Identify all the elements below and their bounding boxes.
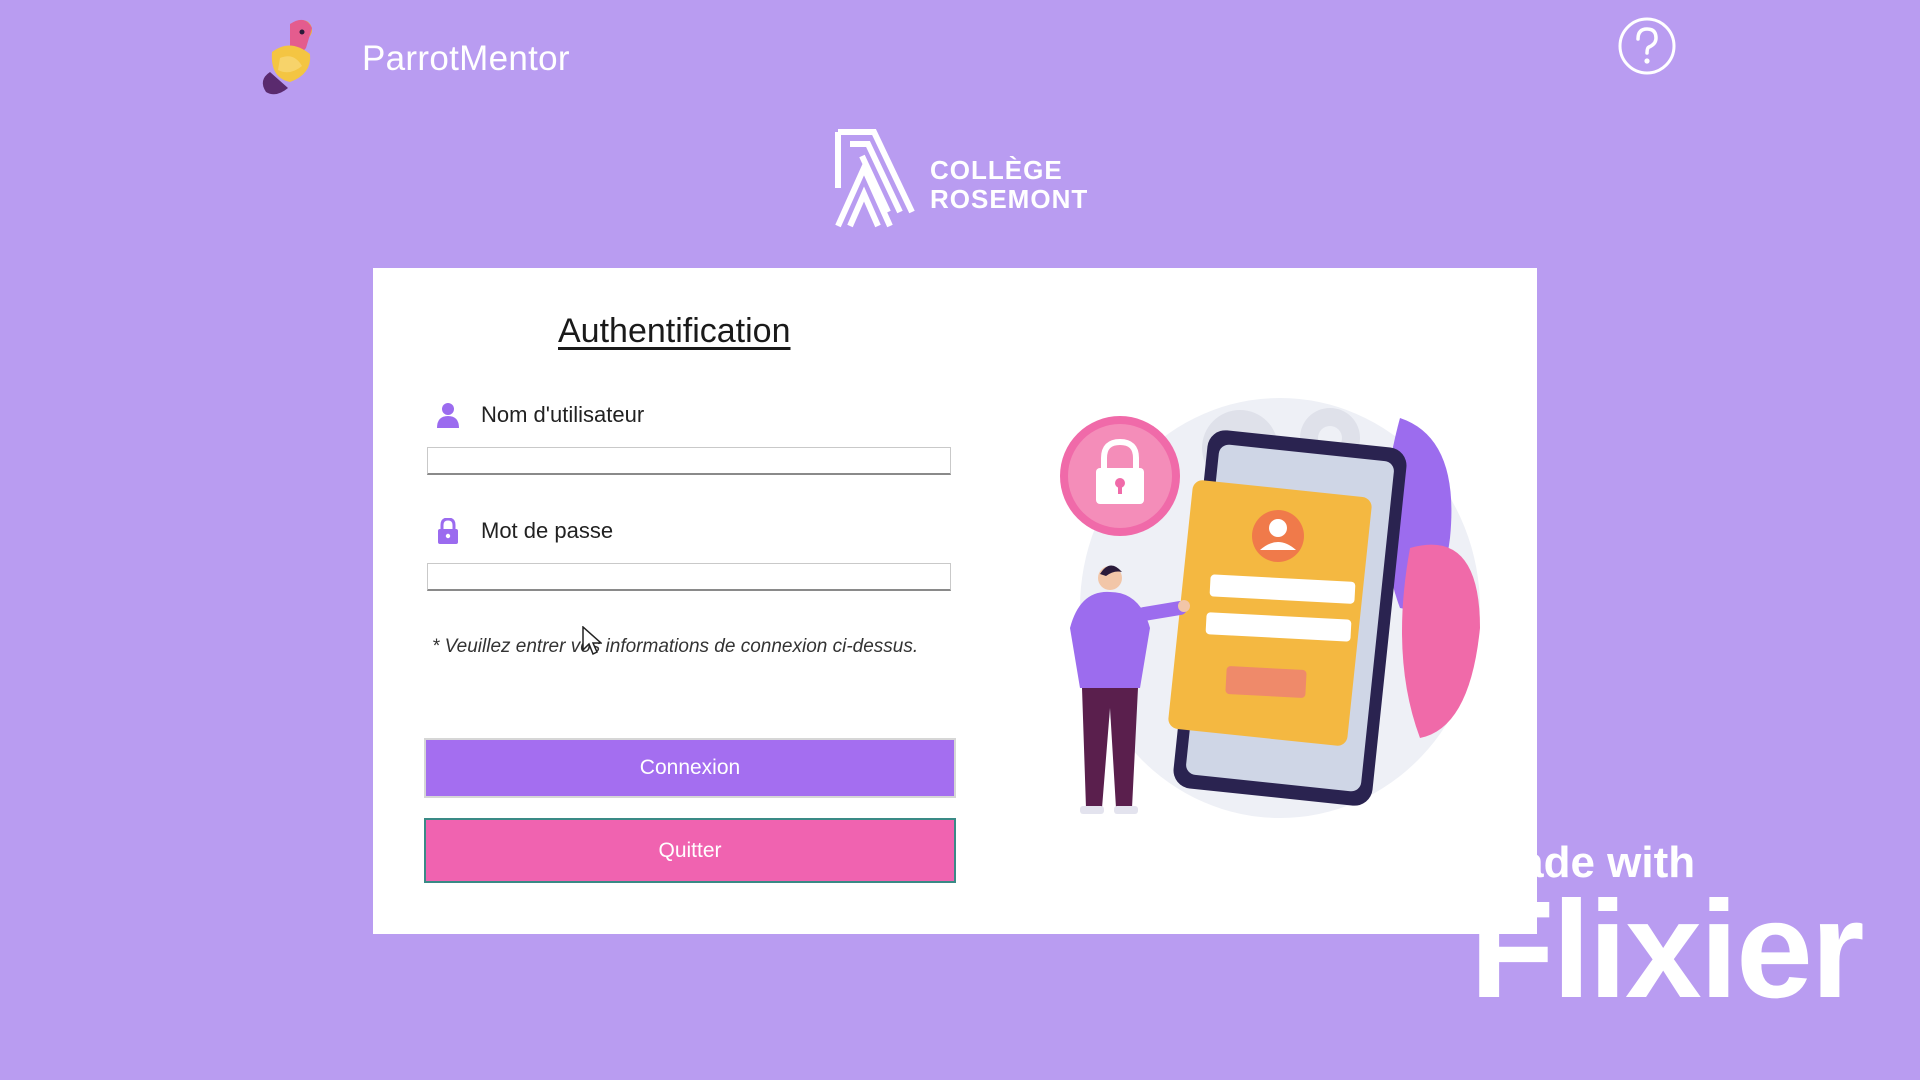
college-name-line2: ROSEMONT xyxy=(930,184,1089,214)
page-title: Authentification xyxy=(558,312,791,350)
mouse-cursor-icon xyxy=(582,626,602,656)
app-brand: ParrotMentor xyxy=(250,14,570,104)
college-logo: COLLÈGE ROSEMONT xyxy=(834,128,1088,228)
connexion-button[interactable]: Connexion xyxy=(424,738,956,798)
parrot-logo-icon xyxy=(262,19,312,95)
username-label-text: Nom d'utilisateur xyxy=(481,402,645,427)
username-label: Nom d'utilisateur xyxy=(437,402,644,428)
password-input[interactable] xyxy=(427,563,951,591)
password-label-text: Mot de passe xyxy=(481,518,614,543)
app-name: ParrotMentor xyxy=(362,39,570,78)
college-chevron-logo-icon xyxy=(835,129,915,228)
login-illustration xyxy=(1060,398,1480,818)
username-input[interactable] xyxy=(427,447,951,475)
password-label: Mot de passe xyxy=(437,518,613,544)
lock-icon xyxy=(438,518,458,544)
quit-button[interactable]: Quitter xyxy=(424,818,956,883)
login-hint: * Veuillez entrer vos informations de co… xyxy=(432,636,919,657)
watermark-flixier: Flixier xyxy=(1470,873,1865,1027)
college-name-line1: COLLÈGE xyxy=(930,155,1063,185)
user-icon xyxy=(437,403,459,428)
help-circle-icon[interactable] xyxy=(1617,16,1677,76)
